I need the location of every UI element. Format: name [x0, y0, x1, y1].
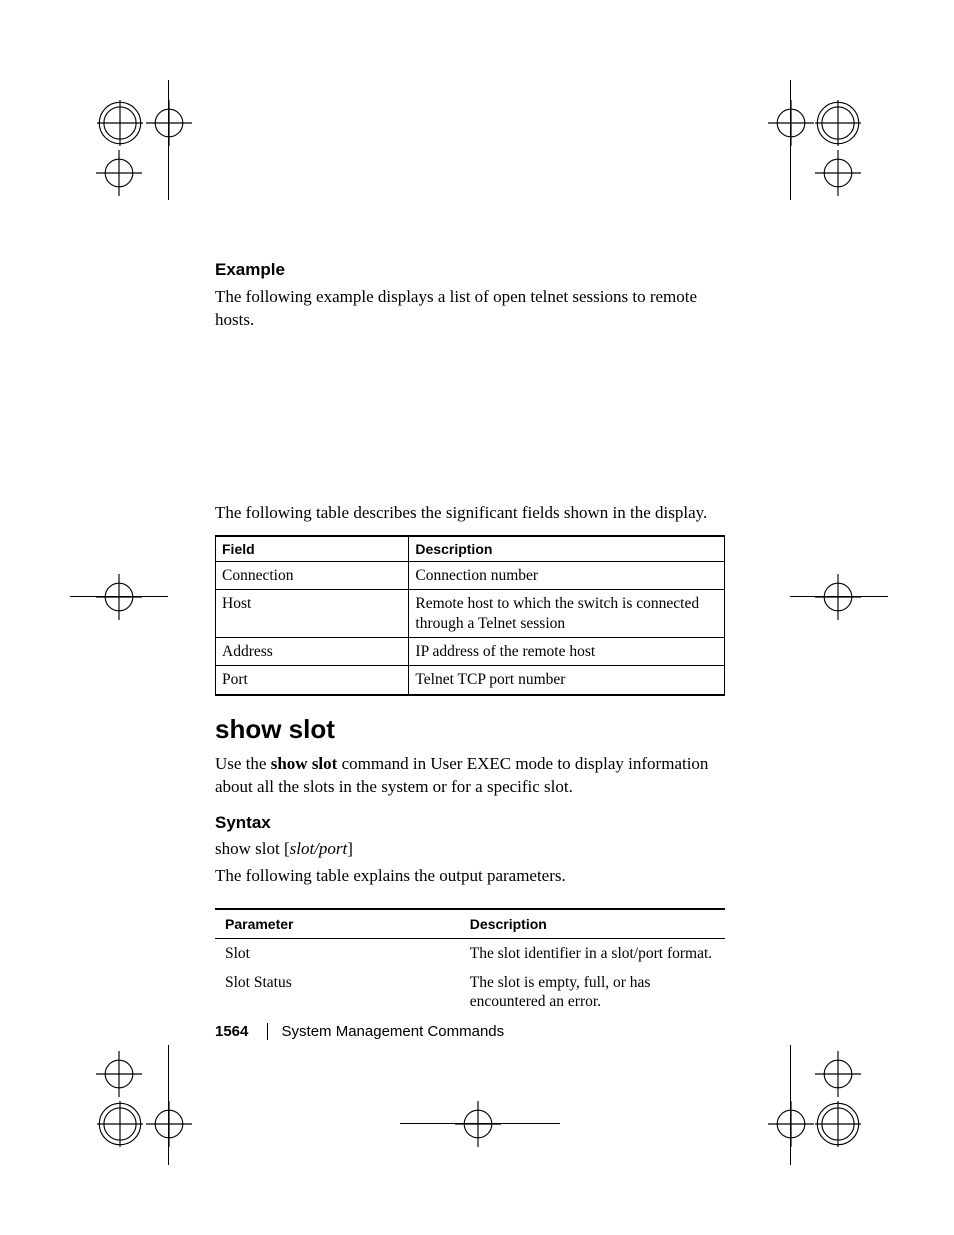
param-table-intro: The following table explains the output … [215, 865, 725, 888]
field-table-intro: The following table describes the signif… [215, 502, 725, 525]
desc-cell: Telnet TCP port number [409, 666, 725, 695]
registration-mark-icon [768, 1101, 814, 1147]
param-table-header-param: Parameter [215, 909, 460, 939]
field-table-header-desc: Description [409, 536, 725, 562]
parameter-table: Parameter Description Slot The slot iden… [215, 908, 725, 1017]
registration-mark-icon [815, 100, 861, 146]
registration-mark-icon [815, 1051, 861, 1097]
field-cell: Port [216, 666, 409, 695]
syntax-italic: slot/port [290, 839, 348, 858]
field-cell: Host [216, 590, 409, 638]
table-row: Port Telnet TCP port number [216, 666, 725, 695]
registration-mark-icon [815, 1101, 861, 1147]
crop-rule [400, 1123, 560, 1124]
syntax-suffix: ] [347, 839, 353, 858]
registration-mark-icon [96, 574, 142, 620]
content-area: Example The following example displays a… [215, 260, 725, 1017]
table-row: Host Remote host to which the switch is … [216, 590, 725, 638]
registration-mark-icon [96, 1051, 142, 1097]
registration-mark-icon [768, 100, 814, 146]
syntax-heading: Syntax [215, 813, 725, 833]
table-row: Connection Connection number [216, 561, 725, 589]
registration-mark-icon [455, 1101, 501, 1147]
example-heading: Example [215, 260, 725, 280]
desc-cell: The slot is empty, full, or has encounte… [460, 968, 725, 1017]
registration-mark-icon [146, 100, 192, 146]
registration-mark-icon [815, 574, 861, 620]
page: Example The following example displays a… [0, 0, 954, 1235]
example-intro: The following example displays a list of… [215, 286, 725, 332]
command-description: Use the show slot command in User EXEC m… [215, 753, 725, 799]
param-cell: Slot Status [215, 968, 460, 1017]
desc-cell: The slot identifier in a slot/port forma… [460, 938, 725, 968]
spacer [215, 342, 725, 502]
registration-mark-icon [146, 1101, 192, 1147]
param-table-header-desc: Description [460, 909, 725, 939]
desc-cell: Connection number [409, 561, 725, 589]
field-cell: Address [216, 637, 409, 665]
registration-mark-icon [96, 150, 142, 196]
table-row: Slot Status The slot is empty, full, or … [215, 968, 725, 1017]
command-desc-bold: show slot [271, 754, 338, 773]
desc-cell: IP address of the remote host [409, 637, 725, 665]
field-table-header-field: Field [216, 536, 409, 562]
table-row: Address IP address of the remote host [216, 637, 725, 665]
page-number: 1564 [215, 1023, 248, 1040]
registration-mark-icon [97, 100, 143, 146]
registration-mark-icon [97, 1101, 143, 1147]
table-row: Slot The slot identifier in a slot/port … [215, 938, 725, 968]
page-footer: 1564 System Management Commands [215, 1023, 504, 1040]
desc-cell: Remote host to which the switch is conne… [409, 590, 725, 638]
param-cell: Slot [215, 938, 460, 968]
footer-section: System Management Commands [267, 1023, 505, 1040]
field-cell: Connection [216, 561, 409, 589]
registration-mark-icon [815, 150, 861, 196]
command-desc-prefix: Use the [215, 754, 271, 773]
field-table: Field Description Connection Connection … [215, 535, 725, 696]
command-title: show slot [215, 714, 725, 745]
syntax-command: show slot [slot/port] [215, 839, 725, 859]
syntax-prefix: show slot [ [215, 839, 290, 858]
